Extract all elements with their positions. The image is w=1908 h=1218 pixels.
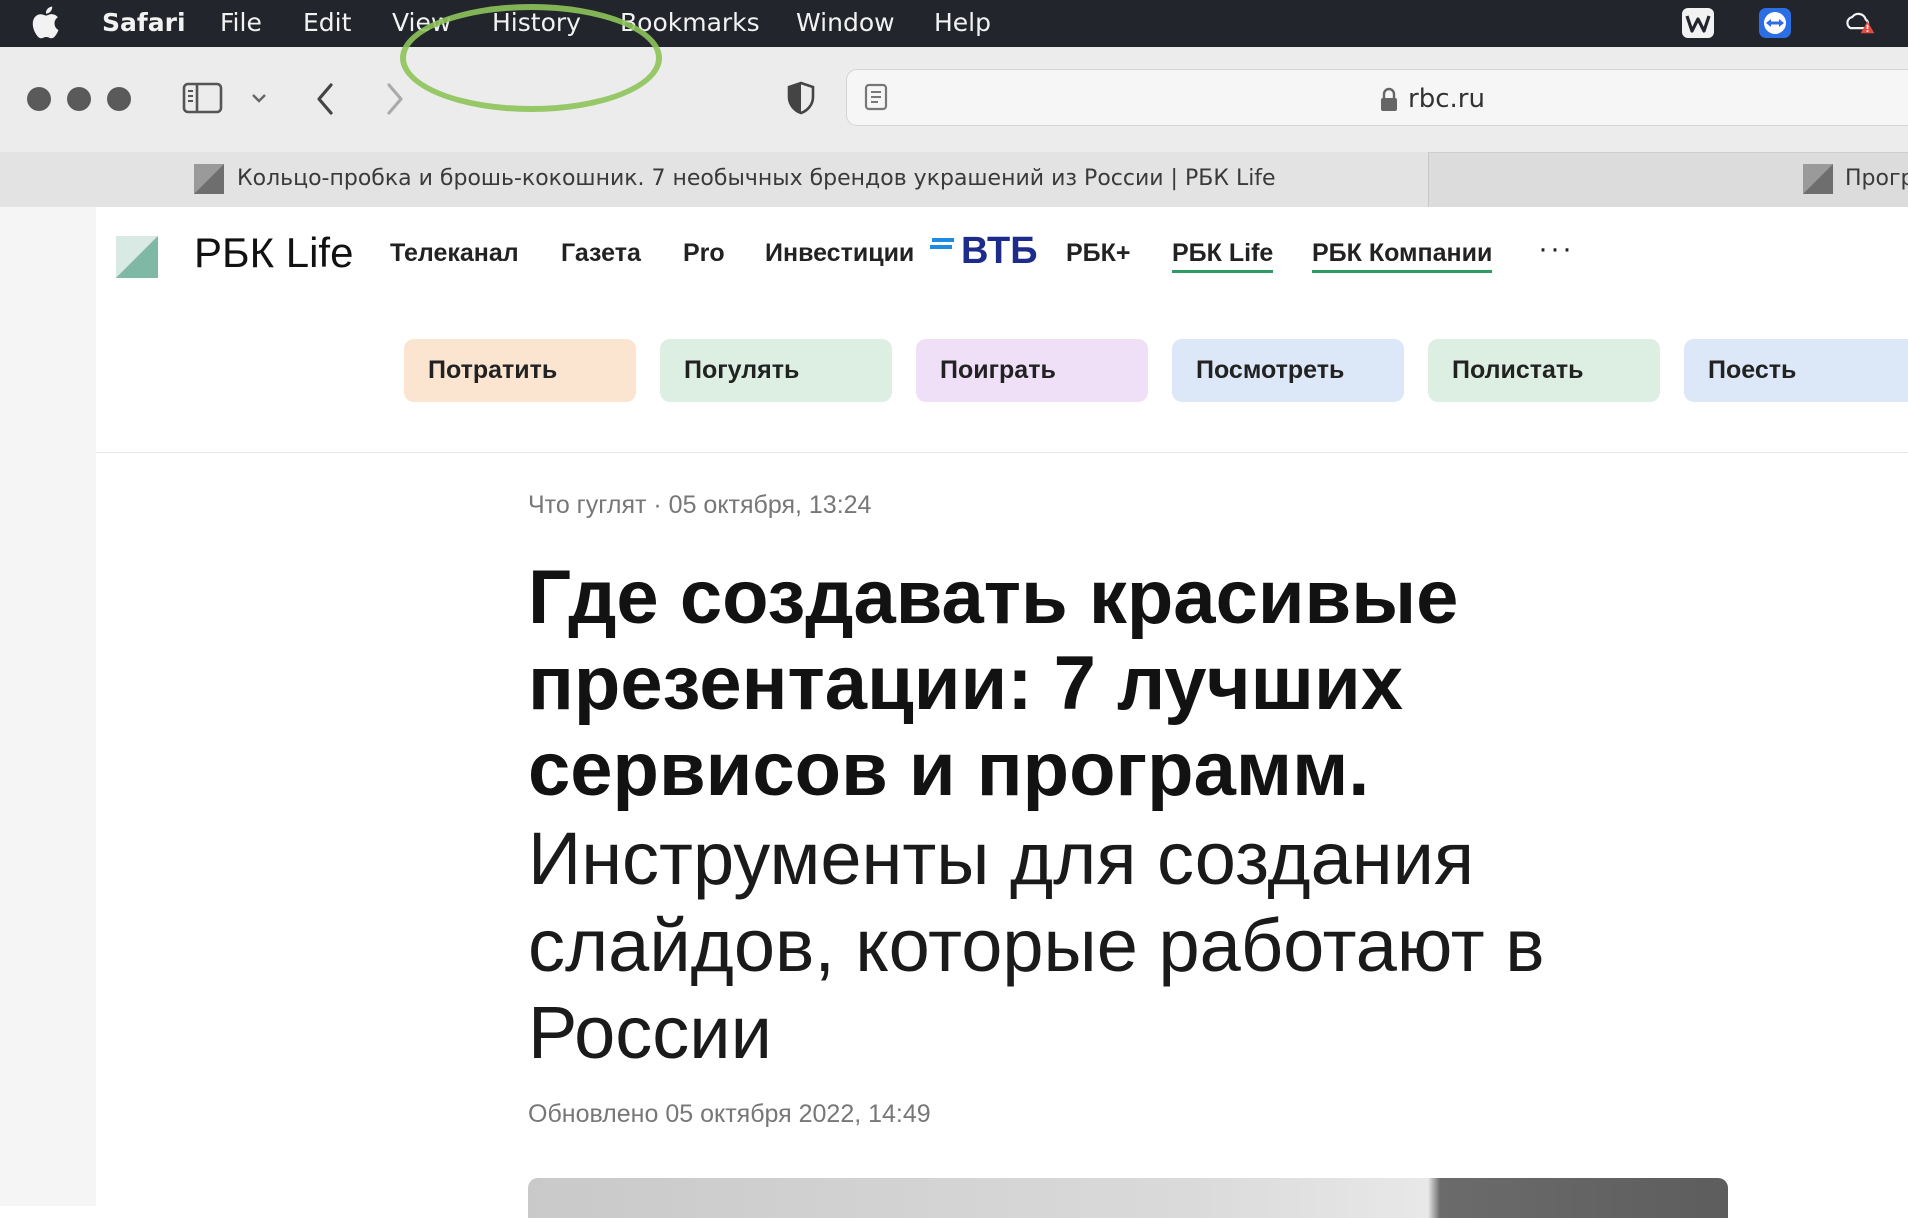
annotation-circle bbox=[400, 4, 662, 112]
category-posmotret[interactable]: Посмотреть bbox=[1172, 339, 1404, 402]
nav-item-rbc-plus[interactable]: РБК+ bbox=[1066, 239, 1131, 268]
apple-icon[interactable] bbox=[30, 4, 60, 40]
back-arrow-icon[interactable] bbox=[312, 80, 338, 118]
nav-item-rbc-kompanii[interactable]: РБК Компании bbox=[1312, 239, 1493, 273]
article-meta: Что гуглят · 05 октября, 13:24 bbox=[528, 491, 872, 519]
category-poguliat[interactable]: Погулять bbox=[660, 339, 892, 402]
article-updated: Обновлено 05 октября 2022, 14:49 bbox=[528, 1100, 931, 1128]
article-hero-image bbox=[528, 1178, 1728, 1218]
category-polistat[interactable]: Полистать bbox=[1428, 339, 1660, 402]
menu-edit[interactable]: Edit bbox=[303, 8, 351, 37]
sidebar-toggle-icon[interactable] bbox=[182, 81, 224, 115]
menu-bar: Safari File Edit View History Bookmarks … bbox=[0, 0, 1908, 47]
nav-item-rbc-life[interactable]: РБК Life bbox=[1172, 239, 1274, 273]
rbc-logo-icon[interactable] bbox=[116, 236, 158, 278]
category-poigrat[interactable]: Поиграть bbox=[916, 339, 1148, 402]
rbc-favicon-icon bbox=[1803, 164, 1833, 194]
address-bar[interactable] bbox=[846, 69, 1908, 126]
nav-item-investicii[interactable]: Инвестиции bbox=[765, 239, 914, 268]
site-logo-text[interactable]: РБК Life bbox=[194, 229, 353, 277]
url-text[interactable]: rbc.ru bbox=[1408, 84, 1485, 114]
forward-arrow-icon[interactable] bbox=[382, 80, 408, 118]
article-subtitle: Инструменты для создания слайдов, которы… bbox=[528, 817, 1545, 1074]
menu-help[interactable]: Help bbox=[934, 8, 991, 37]
nav-item-gazeta[interactable]: Газета bbox=[561, 239, 641, 268]
window-close-button[interactable] bbox=[27, 87, 51, 111]
creative-cloud-icon[interactable] bbox=[1842, 7, 1876, 39]
category-poest[interactable]: Поесть bbox=[1684, 339, 1908, 402]
privacy-shield-icon[interactable] bbox=[785, 80, 817, 116]
wps-office-icon[interactable] bbox=[1681, 7, 1715, 39]
nav-item-pro[interactable]: Pro bbox=[683, 239, 725, 268]
window-minimize-button[interactable] bbox=[67, 87, 91, 111]
tab-title[interactable]: Прогр bbox=[1845, 166, 1908, 191]
tab-title[interactable]: Кольцо-пробка и брошь-кокошник. 7 необыч… bbox=[237, 166, 1276, 191]
category-potratit[interactable]: Потратить bbox=[404, 339, 636, 402]
nav-item-telekanal[interactable]: Телеканал bbox=[390, 239, 519, 268]
vtb-logo-text[interactable]: ВТБ bbox=[961, 230, 1038, 273]
teamviewer-icon[interactable] bbox=[1758, 7, 1792, 39]
chevron-down-icon[interactable] bbox=[250, 91, 268, 105]
vtb-logo-icon bbox=[930, 238, 954, 249]
page-margin bbox=[0, 207, 96, 1206]
window-zoom-button[interactable] bbox=[107, 87, 131, 111]
article-title: Где создавать красивые презентации: 7 лу… bbox=[528, 555, 1459, 812]
reader-mode-icon[interactable] bbox=[864, 83, 888, 111]
menu-window[interactable]: Window bbox=[796, 8, 895, 37]
more-menu-icon[interactable]: ··· bbox=[1538, 232, 1574, 266]
menu-safari[interactable]: Safari bbox=[102, 8, 186, 37]
menu-file[interactable]: File bbox=[220, 8, 262, 37]
lock-icon bbox=[1381, 87, 1397, 111]
rbc-favicon-icon bbox=[194, 164, 224, 194]
